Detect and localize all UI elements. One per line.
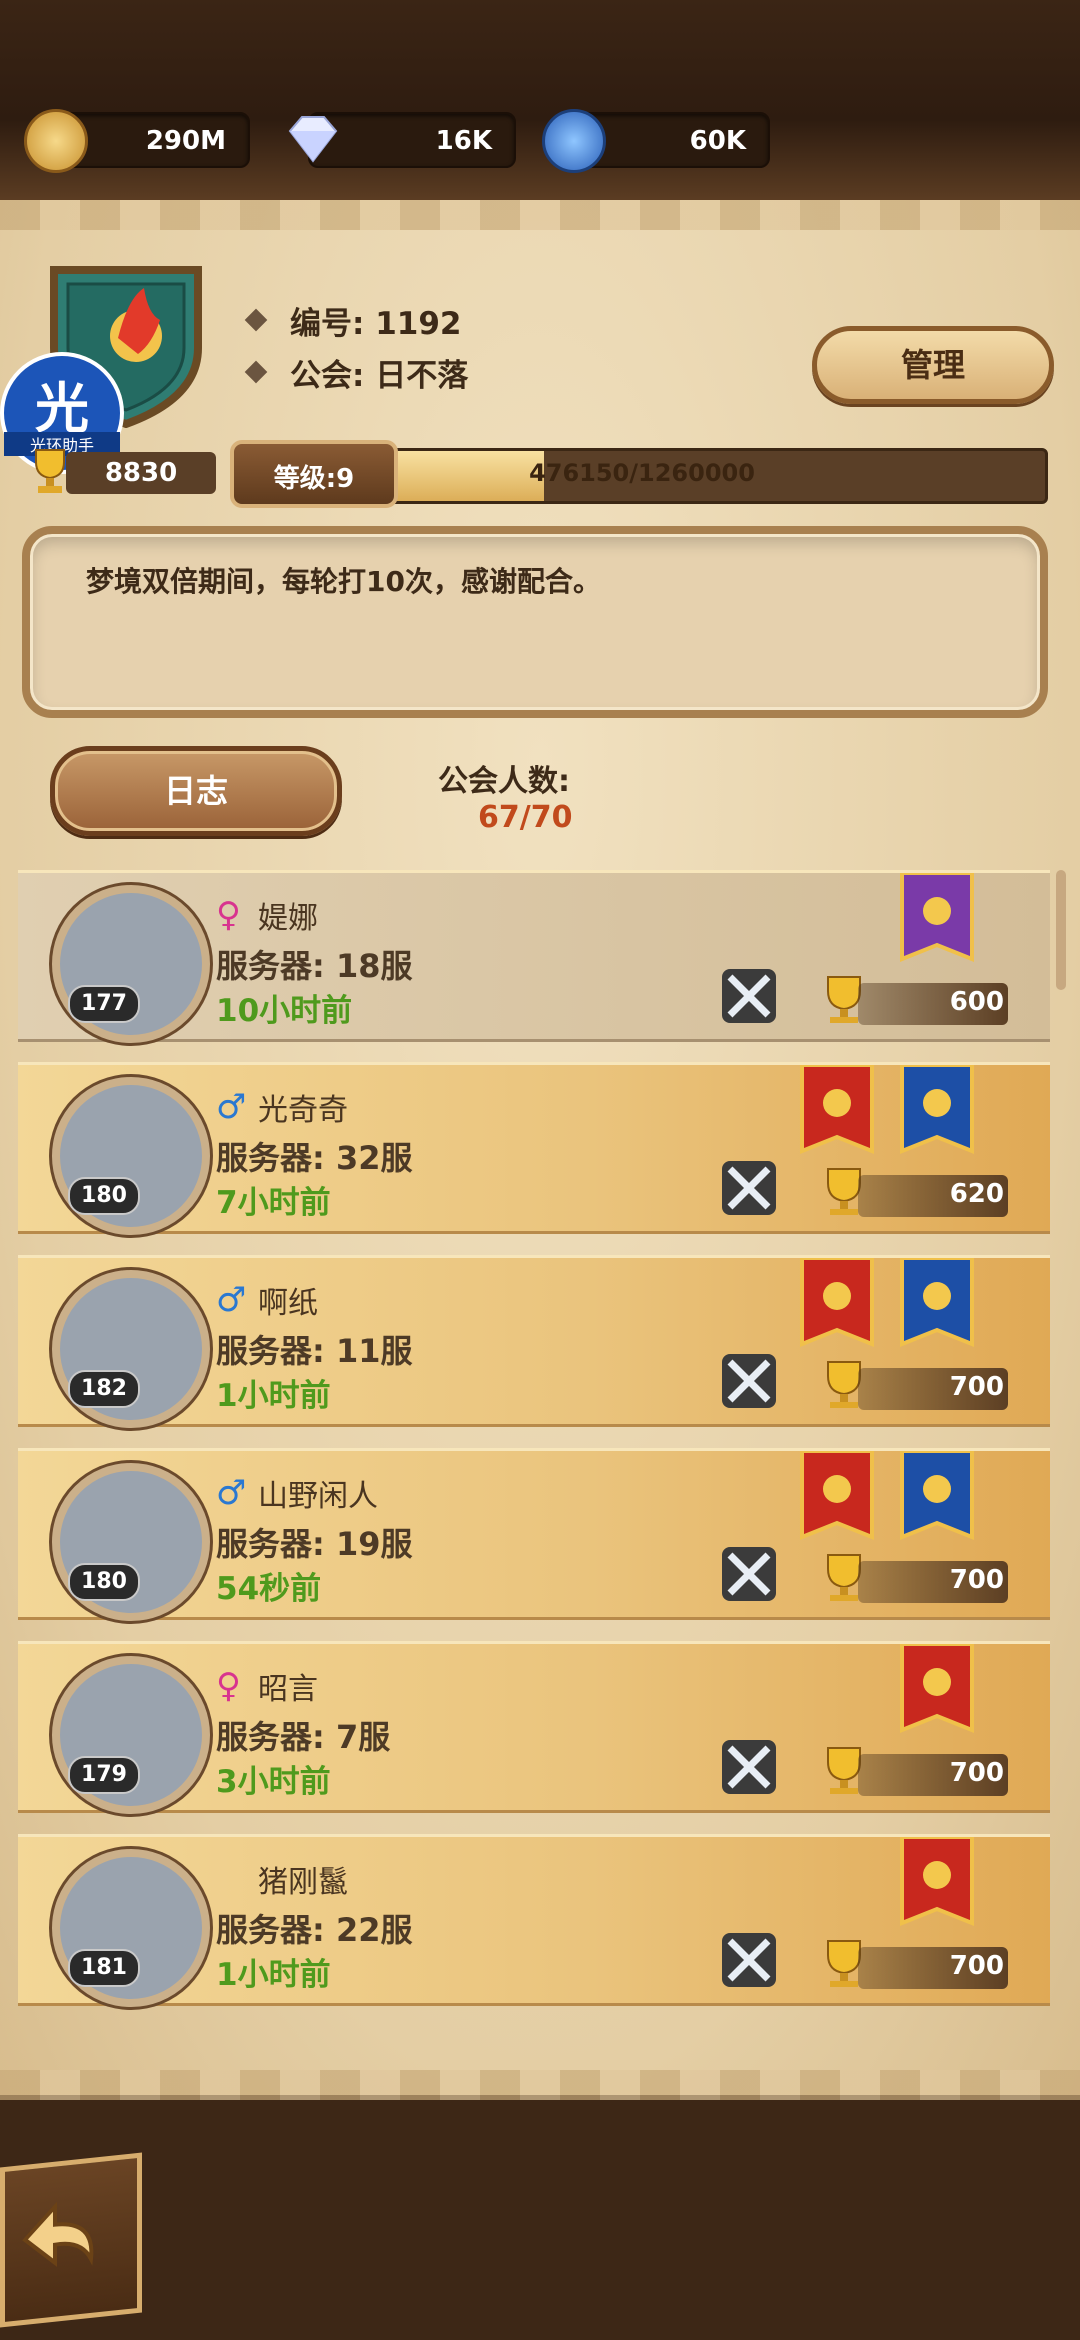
log-button[interactable]: 日志 xyxy=(50,746,342,836)
member-score: 600 xyxy=(949,987,1004,1017)
crossed-swords-icon[interactable] xyxy=(718,1350,780,1412)
member-row[interactable]: 177 ♀ 媞娜 服务器: 18服 10小时前 600 xyxy=(18,870,1050,1043)
member-count-label: 公会人数: xyxy=(438,764,570,799)
member-list[interactable]: 177 ♀ 媞娜 服务器: 18服 10小时前 600 180 ♂ 光奇奇 服务… xyxy=(18,870,1050,2065)
member-last-online: 3小时前 xyxy=(216,1764,331,1800)
member-last-online: 54秒前 xyxy=(216,1571,322,1607)
member-row[interactable]: 180 ♂ 山野闲人 服务器: 19服 54秒前 700 xyxy=(18,1448,1050,1621)
member-score: 700 xyxy=(949,1565,1004,1595)
member-level: 179 xyxy=(68,1756,140,1794)
diamond-resource[interactable]: 16K xyxy=(288,112,516,168)
gender-icon: ♂ xyxy=(216,1087,247,1127)
member-row[interactable]: 180 ♂ 光奇奇 服务器: 32服 7小时前 620 xyxy=(18,1062,1050,1235)
red-banner-icon xyxy=(800,1065,874,1154)
crossed-swords-icon[interactable] xyxy=(718,1157,780,1219)
red-banner-icon xyxy=(800,1258,874,1347)
guild-level-badge: 等级:9 xyxy=(230,440,398,508)
member-name: 媞娜 xyxy=(258,901,318,936)
member-server: 服务器: 7服 xyxy=(216,1718,391,1756)
member-row[interactable]: 182 ♂ 啊纸 服务器: 11服 1小时前 700 xyxy=(18,1255,1050,1428)
crossed-swords-icon[interactable] xyxy=(718,1543,780,1605)
member-name: 山野闲人 xyxy=(258,1479,378,1514)
crossed-swords-icon[interactable] xyxy=(718,1736,780,1798)
member-level: 181 xyxy=(68,1949,140,1987)
red-banner-icon xyxy=(900,1837,974,1926)
member-level: 177 xyxy=(68,985,140,1023)
red-banner-icon xyxy=(800,1451,874,1540)
member-name: 啊纸 xyxy=(258,1286,318,1321)
gold-coin-icon xyxy=(24,109,88,173)
gender-icon: ♀ xyxy=(216,895,241,935)
gold-resource[interactable]: 290M xyxy=(24,109,250,173)
member-score: 700 xyxy=(949,1951,1004,1981)
member-server: 服务器: 22服 xyxy=(216,1911,413,1949)
member-name: 昭言 xyxy=(258,1672,318,1707)
back-arrow-icon xyxy=(22,2201,94,2267)
blue-gem-icon xyxy=(542,109,606,173)
gender-icon: ♂ xyxy=(216,1473,247,1513)
member-count: 67/70 xyxy=(478,800,573,835)
guild-id: 编号: 1192 xyxy=(290,306,462,342)
blue-banner-icon xyxy=(900,1065,974,1154)
crossed-swords-icon[interactable] xyxy=(718,965,780,1027)
guild-name: 公会: 日不落 xyxy=(290,358,469,394)
back-button[interactable] xyxy=(0,2152,142,2328)
trophy-total-box: 8830 xyxy=(66,452,216,494)
member-score: 700 xyxy=(949,1372,1004,1402)
torn-edge-top xyxy=(0,200,1080,230)
member-score: 700 xyxy=(949,1758,1004,1788)
manage-button[interactable]: 管理 xyxy=(812,326,1054,404)
guild-notice[interactable]: 梦境双倍期间，每轮打10次，感谢配合。 xyxy=(22,526,1048,718)
member-server: 服务器: 32服 xyxy=(216,1139,413,1177)
member-last-online: 1小时前 xyxy=(216,1957,331,1993)
resource-bar: 290M 16K 60K xyxy=(0,0,1080,200)
member-level: 180 xyxy=(68,1177,140,1215)
member-last-online: 1小时前 xyxy=(216,1378,331,1414)
torn-edge-bottom xyxy=(0,2070,1080,2100)
member-row[interactable]: 181 猪刚鬣 服务器: 22服 1小时前 700 xyxy=(18,1834,1050,2007)
list-scrollbar[interactable] xyxy=(1056,870,1066,990)
gem-resource[interactable]: 60K xyxy=(542,109,770,173)
crossed-swords-icon[interactable] xyxy=(718,1929,780,1991)
member-row[interactable]: 179 ♀ 昭言 服务器: 7服 3小时前 700 xyxy=(18,1641,1050,1814)
red-banner-icon xyxy=(900,1644,974,1733)
diamond-icon xyxy=(284,109,342,167)
member-last-online: 10小时前 xyxy=(216,993,353,1029)
member-name: 猪刚鬣 xyxy=(258,1865,348,1900)
gender-icon: ♂ xyxy=(216,1280,247,1320)
crown-banner-icon xyxy=(900,873,974,962)
member-server: 服务器: 11服 xyxy=(216,1332,413,1370)
member-server: 服务器: 19服 xyxy=(216,1525,413,1563)
member-server: 服务器: 18服 xyxy=(216,947,413,985)
blue-banner-icon xyxy=(900,1451,974,1540)
member-level: 180 xyxy=(68,1563,140,1601)
member-level: 182 xyxy=(68,1370,140,1408)
gender-icon: ♀ xyxy=(216,1666,241,1706)
blue-banner-icon xyxy=(900,1258,974,1347)
bottom-bar xyxy=(0,2100,1080,2340)
member-name: 光奇奇 xyxy=(258,1093,348,1128)
member-score: 620 xyxy=(949,1179,1004,1209)
member-last-online: 7小时前 xyxy=(216,1185,331,1221)
